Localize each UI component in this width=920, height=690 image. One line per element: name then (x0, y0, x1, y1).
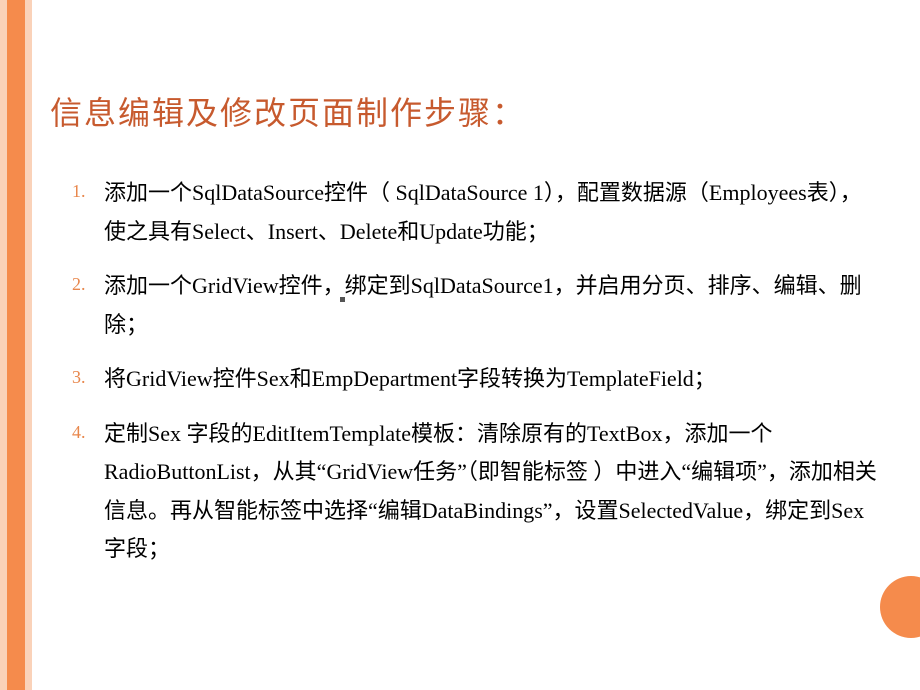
list-item: 将GridView控件Sex和EmpDepartment字段转换为Templat… (50, 360, 880, 399)
list-item: 添加一个SqlDataSource控件（ SqlDataSource 1），配置… (50, 174, 880, 251)
circle-decoration (880, 576, 920, 638)
slide-title: 信息编辑及修改页面制作步骤： (50, 88, 880, 134)
slide-content: 信息编辑及修改页面制作步骤： 添加一个SqlDataSource控件（ SqlD… (50, 88, 880, 585)
steps-list: 添加一个SqlDataSource控件（ SqlDataSource 1），配置… (50, 174, 880, 569)
stripe-inner (7, 0, 25, 690)
list-item: 添加一个GridView控件，绑定到SqlDataSource1，并启用分页、排… (50, 267, 880, 344)
left-stripe-decoration (0, 0, 32, 690)
list-item: 定制Sex 字段的EditItemTemplate模板：清除原有的TextBox… (50, 415, 880, 569)
cursor-indicator (340, 297, 345, 302)
